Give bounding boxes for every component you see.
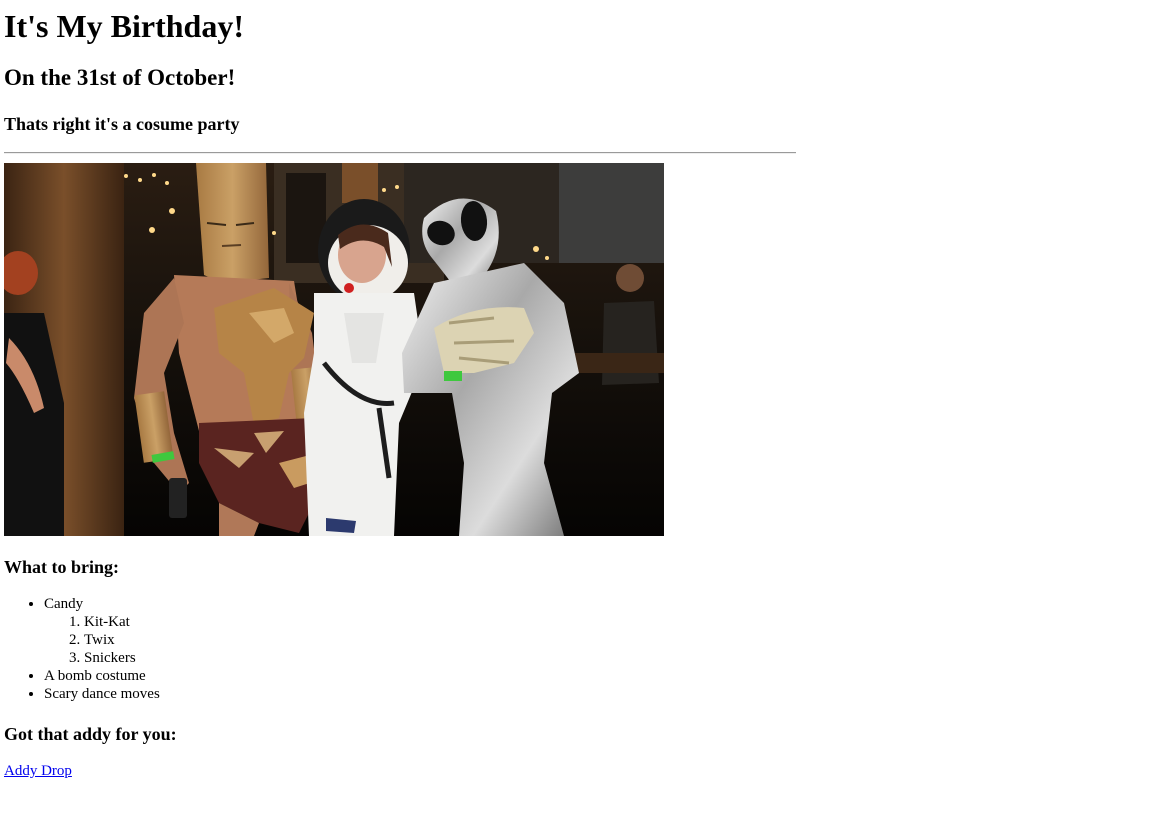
list-item-dance-moves: Scary dance moves [44, 685, 160, 703]
page-title: It's My Birthday! [4, 8, 244, 44]
costume-party-photo [4, 163, 664, 536]
list-item-snickers: Snickers [84, 649, 160, 667]
list-item-label: Candy [44, 596, 84, 612]
list-item-kit-kat: Kit-Kat [84, 613, 160, 631]
candy-list: Kit-Kat Twix Snickers [44, 613, 160, 667]
bring-list: Candy Kit-Kat Twix Snickers A bomb costu… [4, 595, 160, 703]
horizontal-divider [4, 152, 796, 154]
list-item-twix: Twix [84, 631, 160, 649]
list-item-costume: A bomb costume [44, 667, 160, 685]
addy-drop-link[interactable]: Addy Drop [4, 762, 72, 780]
address-heading: Got that addy for you: [4, 724, 177, 744]
what-to-bring-heading: What to bring: [4, 557, 120, 577]
date-heading: On the 31st of October! [4, 65, 236, 90]
tagline-heading: Thats right it's a cosume party [4, 114, 240, 134]
list-item-candy: Candy Kit-Kat Twix Snickers [44, 595, 160, 667]
